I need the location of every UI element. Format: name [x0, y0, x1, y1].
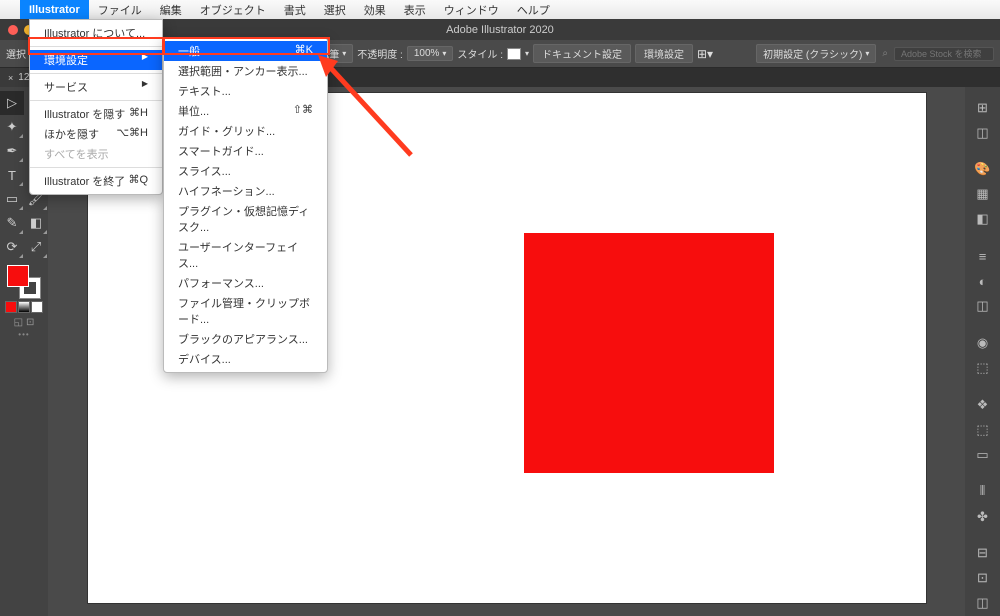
menu-hide-illustrator[interactable]: Illustrator を隠す⌘H — [30, 104, 162, 124]
gradient-panel-icon[interactable]: ◐ — [965, 269, 1000, 294]
workspace-select[interactable]: 初期設定 (クラシック) — [756, 44, 876, 63]
symbols-panel-icon[interactable]: ✤ — [965, 504, 1000, 529]
menu-services[interactable]: サービス — [30, 77, 162, 97]
libraries-panel-icon[interactable]: ◫ — [965, 120, 1000, 145]
menu-object[interactable]: オブジェクト — [191, 0, 275, 19]
rotate-tool[interactable]: ⟳ — [0, 235, 24, 259]
fill-color-icon[interactable] — [7, 265, 29, 287]
swatches-panel-icon[interactable]: ▦ — [965, 182, 1000, 207]
pen-tool[interactable]: ✒ — [0, 139, 24, 163]
rectangle-object[interactable] — [524, 233, 774, 473]
document-setup-button[interactable]: ドキュメント設定 — [533, 44, 631, 63]
draw-mode-icon[interactable]: ◱ — [14, 317, 23, 328]
pathfinder-panel-icon[interactable]: ◫ — [965, 591, 1000, 616]
opacity-select[interactable]: 100% — [407, 46, 454, 61]
menu-help[interactable]: ヘルプ — [508, 0, 559, 19]
align-icon[interactable]: ⊞▾ — [697, 47, 713, 61]
fill-stroke-indicator[interactable] — [7, 265, 41, 299]
menu-type[interactable]: 書式 — [275, 0, 315, 19]
transform-panel-icon[interactable]: ⊡ — [965, 566, 1000, 591]
preferences-button[interactable]: 環境設定 — [635, 44, 693, 63]
rectangle-tool[interactable]: ▭ — [0, 187, 24, 211]
prefs-slices[interactable]: スライス... — [164, 161, 327, 181]
prefs-guides-grid[interactable]: ガイド・グリッド... — [164, 121, 327, 141]
adobe-stock-search[interactable] — [894, 47, 994, 61]
prefs-smart-guides[interactable]: スマートガイド... — [164, 141, 327, 161]
artboards-panel-icon[interactable]: ▭ — [965, 442, 1000, 467]
prefs-file-handling[interactable]: ファイル管理・クリップボード... — [164, 293, 327, 329]
illustrator-menu-dropdown: Illustrator について... 環境設定 サービス Illustrato… — [29, 19, 163, 195]
panel-dock: ⊞ ◫ 🎨 ▦ ◧ ≡ ◐ ◫ ◉ ⬚ ❖ ⬚ ▭ ⫴ ✤ ⊟ ⊡ ◫ — [965, 87, 1000, 616]
prefs-devices[interactable]: デバイス... — [164, 349, 327, 369]
close-tab-icon[interactable]: × — [8, 73, 13, 83]
shaper-tool[interactable]: ✎ — [0, 211, 24, 235]
prefs-general[interactable]: 一般...⌘K — [164, 41, 327, 61]
type-tool[interactable]: T — [0, 163, 24, 187]
menu-about-illustrator[interactable]: Illustrator について... — [30, 23, 162, 43]
color-mode-icon[interactable] — [5, 301, 17, 313]
color-guide-panel-icon[interactable]: ◧ — [965, 207, 1000, 232]
magic-wand-tool[interactable]: ✦ — [0, 115, 24, 139]
menu-select[interactable]: 選択 — [315, 0, 355, 19]
scale-tool[interactable]: ⤢ — [24, 235, 48, 259]
mac-menubar: Illustrator ファイル 編集 オブジェクト 書式 選択 効果 表示 ウ… — [0, 0, 1000, 19]
selection-tool[interactable]: ▷ — [0, 91, 24, 115]
properties-panel-icon[interactable]: ⊞ — [965, 95, 1000, 120]
layers-panel-icon[interactable]: ❖ — [965, 392, 1000, 417]
menu-view[interactable]: 表示 — [395, 0, 435, 19]
screen-mode-icon[interactable]: ⊡ — [26, 317, 34, 328]
prefs-ui[interactable]: ユーザーインターフェイス... — [164, 237, 327, 273]
menu-preferences[interactable]: 環境設定 — [30, 50, 162, 70]
align-panel-icon[interactable]: ⊟ — [965, 541, 1000, 566]
transparency-panel-icon[interactable]: ◫ — [965, 294, 1000, 319]
menu-quit[interactable]: Illustrator を終了⌘Q — [30, 171, 162, 191]
brushes-panel-icon[interactable]: ⫴ — [965, 479, 1000, 504]
search-icon: ⌕ — [882, 48, 888, 59]
window-title: Adobe Illustrator 2020 — [446, 24, 554, 36]
style-label: スタイル : — [457, 46, 503, 61]
prefs-text[interactable]: テキスト... — [164, 81, 327, 101]
menu-hide-others[interactable]: ほかを隠す⌥⌘H — [30, 124, 162, 144]
color-panel-icon[interactable]: 🎨 — [965, 157, 1000, 182]
app-menu[interactable]: Illustrator — [20, 0, 89, 19]
stroke-panel-icon[interactable]: ≡ — [965, 244, 1000, 269]
prefs-plugins[interactable]: プラグイン・仮想記憶ディスク... — [164, 201, 327, 237]
menu-edit[interactable]: 編集 — [151, 0, 191, 19]
opacity-label: 不透明度 : — [357, 46, 403, 61]
prefs-selection-anchor[interactable]: 選択範囲・アンカー表示... — [164, 61, 327, 81]
close-window-icon[interactable] — [8, 25, 18, 35]
preferences-submenu: 一般...⌘K 選択範囲・アンカー表示... テキスト... 単位...⇧⌘ ガ… — [163, 37, 328, 373]
asset-export-panel-icon[interactable]: ⬚ — [965, 417, 1000, 442]
style-swatch[interactable] — [507, 48, 521, 60]
gradient-mode-icon[interactable] — [18, 301, 30, 313]
eraser-tool[interactable]: ◧ — [24, 211, 48, 235]
prefs-hyphenation[interactable]: ハイフネーション... — [164, 181, 327, 201]
toolbar-more-icon[interactable]: ••• — [18, 330, 29, 339]
menu-window[interactable]: ウィンドウ — [435, 0, 508, 19]
prefs-units[interactable]: 単位...⇧⌘ — [164, 101, 327, 121]
selection-label: 選択 — [6, 46, 26, 61]
graphic-styles-panel-icon[interactable]: ⬚ — [965, 355, 1000, 380]
appearance-panel-icon[interactable]: ◉ — [965, 330, 1000, 355]
menu-show-all: すべてを表示 — [30, 144, 162, 164]
color-modes — [5, 301, 43, 313]
none-mode-icon[interactable] — [31, 301, 43, 313]
menu-file[interactable]: ファイル — [89, 0, 151, 19]
prefs-black-appearance[interactable]: ブラックのアピアランス... — [164, 329, 327, 349]
menu-effect[interactable]: 効果 — [355, 0, 395, 19]
prefs-performance[interactable]: パフォーマンス... — [164, 273, 327, 293]
